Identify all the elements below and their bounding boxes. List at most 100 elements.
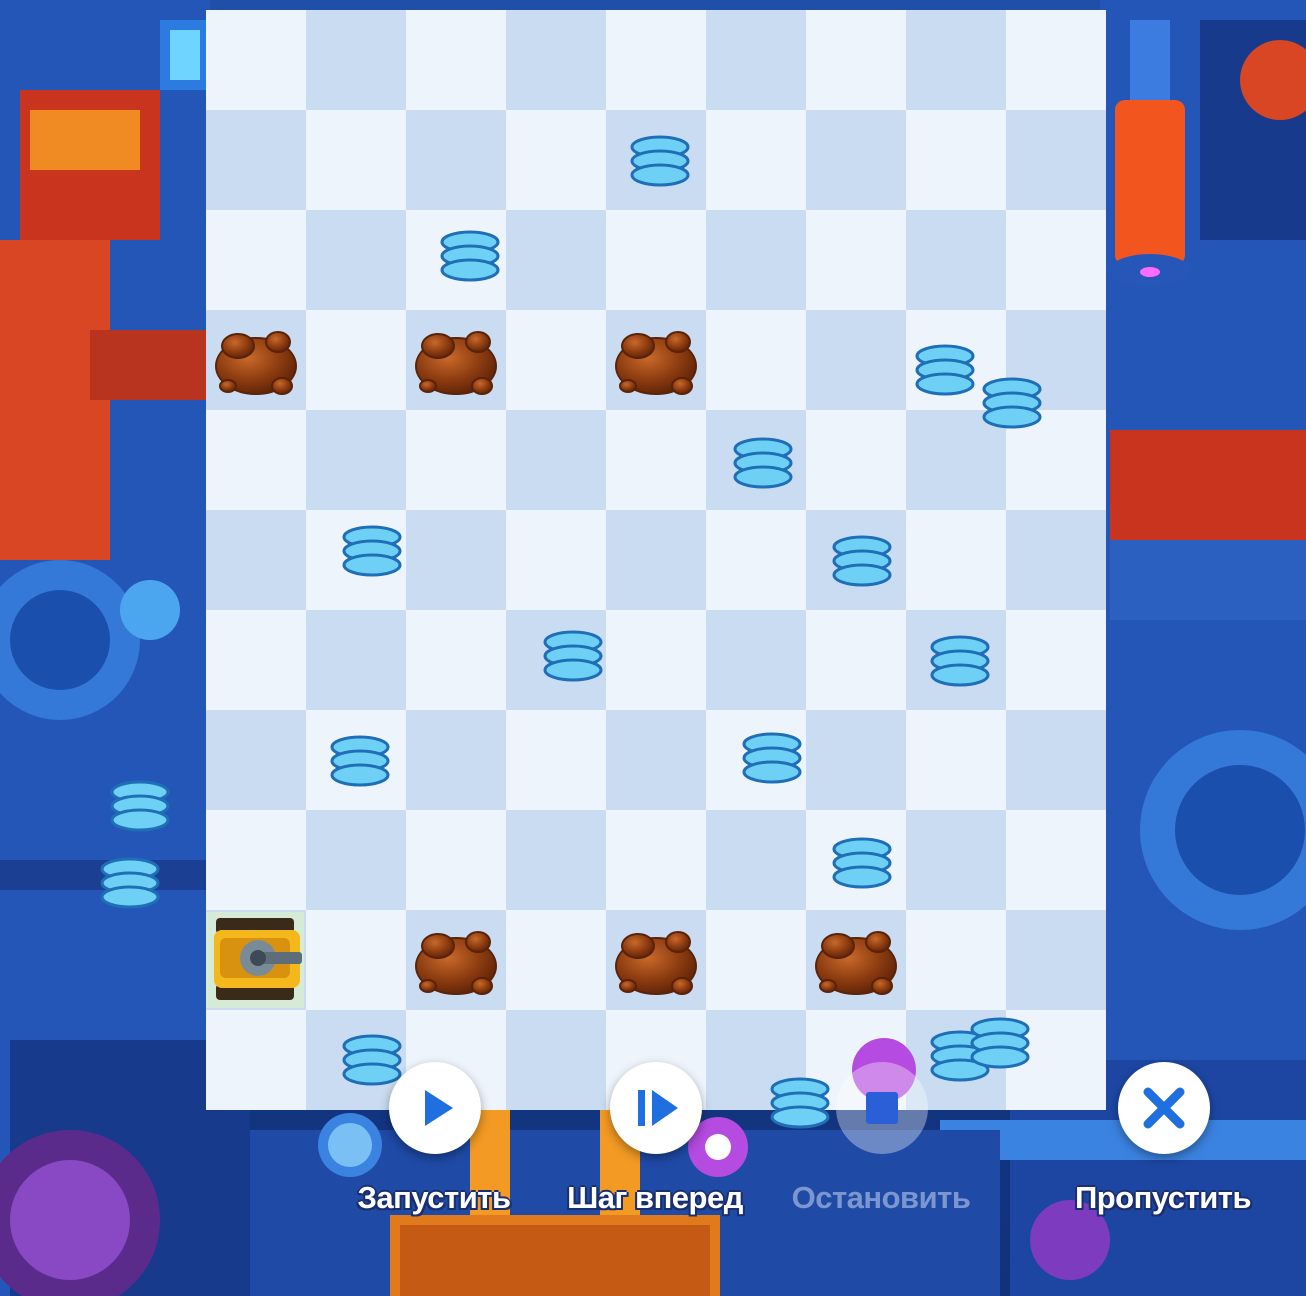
grid-cell bbox=[306, 10, 406, 110]
grid-cell bbox=[306, 310, 406, 410]
grid-cell bbox=[406, 410, 506, 510]
oil-puddle bbox=[615, 931, 697, 995]
game-stage: Запустить Шаг вперед Остановить Пропусти… bbox=[0, 0, 1306, 1296]
grid-cell bbox=[306, 910, 406, 1010]
coil bbox=[733, 437, 793, 489]
oil-puddle bbox=[415, 931, 497, 995]
coil bbox=[100, 857, 160, 909]
grid-cell bbox=[906, 110, 1006, 210]
step-forward-icon bbox=[638, 1090, 678, 1126]
coil bbox=[630, 135, 690, 187]
grid-cell bbox=[206, 110, 306, 210]
stop-button-circle[interactable] bbox=[836, 1062, 928, 1154]
grid-cell bbox=[706, 310, 806, 410]
grid-cell bbox=[406, 110, 506, 210]
grid-cell bbox=[506, 810, 606, 910]
robot-tank bbox=[206, 912, 304, 1008]
oil-puddle bbox=[615, 331, 697, 395]
coil bbox=[915, 344, 975, 396]
grid-cell bbox=[506, 210, 606, 310]
grid-cell bbox=[806, 210, 906, 310]
oil-puddle bbox=[815, 931, 897, 995]
grid-cell bbox=[606, 410, 706, 510]
grid-cell bbox=[806, 710, 906, 810]
coil bbox=[110, 780, 170, 832]
grid-cell bbox=[706, 510, 806, 610]
grid-cell bbox=[1006, 910, 1106, 1010]
grid-cell bbox=[606, 510, 706, 610]
grid-cell bbox=[906, 510, 1006, 610]
grid-cell bbox=[706, 610, 806, 710]
grid-cell bbox=[1006, 210, 1106, 310]
coil bbox=[440, 230, 500, 282]
run-button[interactable]: Запустить bbox=[349, 1062, 519, 1232]
step-forward-button-circle[interactable] bbox=[610, 1062, 702, 1154]
grid-cell bbox=[1006, 810, 1106, 910]
grid-cell bbox=[806, 310, 906, 410]
coil bbox=[543, 630, 603, 682]
grid-cell bbox=[906, 10, 1006, 110]
grid-cell bbox=[806, 110, 906, 210]
grid-cell bbox=[906, 710, 1006, 810]
grid-cell bbox=[306, 210, 406, 310]
grid-cell bbox=[306, 610, 406, 710]
grid-cell bbox=[706, 910, 806, 1010]
grid-cell bbox=[906, 210, 1006, 310]
grid-cell bbox=[706, 110, 806, 210]
grid-cell bbox=[206, 1010, 306, 1110]
stop-button[interactable]: Остановить bbox=[792, 1062, 971, 1232]
grid-cell bbox=[506, 510, 606, 610]
grid-cell bbox=[806, 410, 906, 510]
grid-cell bbox=[606, 10, 706, 110]
coil bbox=[742, 732, 802, 784]
step-forward-button-label: Шаг вперед bbox=[567, 1180, 743, 1215]
grid-cell bbox=[606, 810, 706, 910]
step-forward-button[interactable]: Шаг вперед bbox=[567, 1062, 743, 1232]
skip-button-label: Пропустить bbox=[1074, 1180, 1252, 1215]
grid-cell bbox=[706, 10, 806, 110]
skip-button[interactable]: Пропустить bbox=[1075, 1062, 1252, 1232]
grid-cell bbox=[506, 710, 606, 810]
grid-cell bbox=[1006, 10, 1106, 110]
grid-cell bbox=[406, 610, 506, 710]
grid-cell bbox=[406, 710, 506, 810]
grid-cell bbox=[306, 110, 406, 210]
grid-cell bbox=[706, 210, 806, 310]
play-icon bbox=[425, 1090, 453, 1126]
coil bbox=[970, 1017, 1030, 1069]
grid-cell bbox=[506, 310, 606, 410]
coil bbox=[832, 837, 892, 889]
grid-cell bbox=[206, 10, 306, 110]
oil-puddle bbox=[215, 331, 297, 395]
grid-cell bbox=[406, 510, 506, 610]
coil bbox=[342, 525, 402, 577]
grid-cell bbox=[206, 710, 306, 810]
grid-cell bbox=[806, 10, 906, 110]
grid-cell bbox=[506, 10, 606, 110]
grid-cell bbox=[206, 210, 306, 310]
grid-cell bbox=[1006, 610, 1106, 710]
grid-cell bbox=[606, 210, 706, 310]
run-button-label: Запустить bbox=[357, 1180, 511, 1215]
grid-cell bbox=[906, 810, 1006, 910]
grid-cell bbox=[806, 610, 906, 710]
skip-button-circle[interactable] bbox=[1118, 1062, 1210, 1154]
coil bbox=[832, 535, 892, 587]
grid-cell bbox=[1006, 710, 1106, 810]
coil bbox=[330, 735, 390, 787]
grid-cell bbox=[506, 410, 606, 510]
grid-cell bbox=[906, 910, 1006, 1010]
stop-button-label: Остановить bbox=[791, 1180, 971, 1215]
grid-cell bbox=[206, 810, 306, 910]
grid-cell bbox=[206, 610, 306, 710]
run-button-circle[interactable] bbox=[389, 1062, 481, 1154]
grid-cell bbox=[306, 410, 406, 510]
grid-cell bbox=[706, 810, 806, 910]
oil-puddle bbox=[415, 331, 497, 395]
grid-cell bbox=[606, 610, 706, 710]
grid-cell bbox=[506, 110, 606, 210]
grid-cell bbox=[406, 10, 506, 110]
grid-cell bbox=[206, 410, 306, 510]
grid-cell bbox=[206, 510, 306, 610]
grid-cell bbox=[1006, 110, 1106, 210]
